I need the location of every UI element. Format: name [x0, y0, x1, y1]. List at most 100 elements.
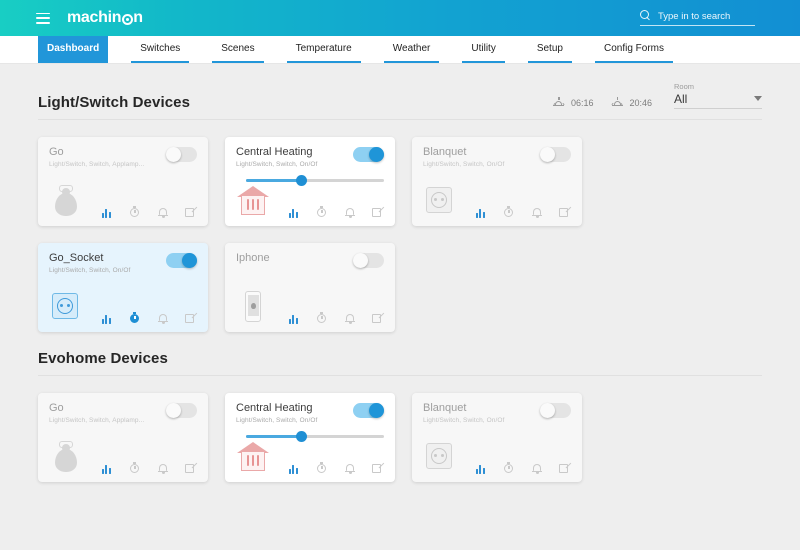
section-title: Light/Switch Devices — [38, 94, 191, 111]
timer-icon[interactable] — [316, 312, 328, 324]
tab-setup[interactable]: Setup — [527, 36, 572, 63]
device-card-central-heating[interactable]: Central Heating Light/Switch, Switch, On… — [225, 137, 395, 226]
timer-icon[interactable] — [129, 206, 141, 218]
section-title: Evohome Devices — [38, 350, 168, 367]
device-card-blanquet[interactable]: Blanquet Light/Switch, Switch, On/Of — [412, 393, 582, 482]
device-card-go-socket[interactable]: Go_Socket Light/Switch, Switch, On/Of — [38, 243, 208, 332]
device-toggle[interactable] — [353, 147, 384, 162]
edit-icon[interactable] — [185, 206, 198, 218]
device-actions — [101, 462, 198, 474]
tab-scenes[interactable]: Scenes — [212, 36, 264, 63]
search-input[interactable] — [658, 11, 755, 22]
device-subtitle: Light/Switch, Switch, On/Of — [423, 161, 505, 169]
bar-chart-icon[interactable] — [101, 462, 113, 474]
bell-icon[interactable] — [344, 312, 356, 324]
tab-utility[interactable]: Utility — [462, 36, 505, 63]
timer-icon[interactable] — [503, 206, 515, 218]
device-slider[interactable] — [246, 175, 384, 186]
device-card-grid: Go Light/Switch, Switch, Applamp... Cent… — [38, 376, 762, 482]
bell-icon[interactable] — [157, 312, 169, 324]
device-name: Go — [49, 402, 64, 414]
room-filter-label: Room — [674, 82, 695, 91]
timer-icon[interactable] — [316, 462, 328, 474]
device-name: Go_Socket — [49, 252, 104, 264]
socket-icon — [423, 184, 457, 218]
bar-chart-icon[interactable] — [288, 462, 300, 474]
device-card-central-heating[interactable]: Central Heating Light/Switch, Switch, On… — [225, 393, 395, 482]
bell-icon[interactable] — [531, 462, 543, 474]
device-subtitle: Light/Switch, Switch, Applamp... — [49, 161, 145, 169]
device-card-iphone[interactable]: Iphone — [225, 243, 395, 332]
sunrise-value: 06:16 — [570, 97, 594, 108]
socket-icon — [49, 290, 83, 324]
timer-icon[interactable] — [316, 206, 328, 218]
bar-chart-icon[interactable] — [475, 206, 487, 218]
tab-switches[interactable]: Switches — [131, 36, 190, 63]
socket-icon — [423, 440, 457, 474]
timer-icon[interactable] — [129, 312, 141, 324]
device-card-go[interactable]: Go Light/Switch, Switch, Applamp... — [38, 137, 208, 226]
room-filter[interactable]: Room All — [674, 82, 762, 111]
section-light-switch-devices: Light/Switch Devices 06:16 20:46 Room Al… — [0, 64, 800, 332]
tab-config-forms[interactable]: Config Forms — [594, 36, 673, 63]
device-name: Central Heating — [236, 402, 313, 414]
bell-icon[interactable] — [157, 462, 169, 474]
device-toggle[interactable] — [540, 147, 571, 162]
bell-icon[interactable] — [344, 206, 356, 218]
section-evohome-devices: Evohome Devices Go Light/Switch, Switch,… — [0, 332, 800, 482]
device-actions — [475, 462, 572, 474]
bar-chart-icon[interactable] — [288, 206, 300, 218]
bell-icon[interactable] — [157, 206, 169, 218]
device-card-go[interactable]: Go Light/Switch, Switch, Applamp... — [38, 393, 208, 482]
edit-icon[interactable] — [185, 312, 198, 324]
sun-times: 06:16 20:46 — [553, 97, 652, 111]
timer-icon[interactable] — [503, 462, 515, 474]
device-toggle[interactable] — [353, 403, 384, 418]
bar-chart-icon[interactable] — [101, 312, 113, 324]
bar-chart-icon[interactable] — [475, 462, 487, 474]
device-actions — [288, 206, 385, 218]
lamp-icon — [49, 184, 83, 218]
tab-dashboard[interactable]: Dashboard — [38, 36, 109, 63]
sunrise-icon — [553, 97, 565, 108]
logo-text-pre: machin — [67, 9, 122, 26]
edit-icon[interactable] — [372, 206, 385, 218]
device-toggle[interactable] — [353, 253, 384, 268]
app-header: machin n — [0, 0, 800, 36]
timer-icon[interactable] — [129, 462, 141, 474]
bar-chart-icon[interactable] — [288, 312, 300, 324]
device-toggle[interactable] — [166, 403, 197, 418]
bar-chart-icon[interactable] — [101, 206, 113, 218]
device-actions — [288, 462, 385, 474]
bell-icon[interactable] — [344, 462, 356, 474]
edit-icon[interactable] — [559, 462, 572, 474]
section-header: Evohome Devices — [38, 332, 762, 376]
device-toggle[interactable] — [166, 253, 197, 268]
chevron-down-icon[interactable] — [754, 95, 762, 101]
device-slider[interactable] — [246, 431, 384, 442]
search-box[interactable] — [640, 10, 755, 26]
device-name: Blanquet — [423, 402, 467, 414]
device-subtitle: Light/Switch, Switch, On/Of — [49, 267, 131, 275]
sunset-value: 20:46 — [629, 97, 652, 108]
device-actions — [475, 206, 572, 218]
device-actions — [101, 312, 198, 324]
sunrise-time: 06:16 — [553, 97, 594, 108]
edit-icon[interactable] — [559, 206, 572, 218]
device-name: Central Heating — [236, 146, 313, 158]
hamburger-icon[interactable] — [36, 12, 50, 24]
device-actions — [288, 312, 385, 324]
edit-icon[interactable] — [372, 462, 385, 474]
tab-weather[interactable]: Weather — [383, 36, 440, 63]
main-tabbar: Dashboard Switches Scenes Temperature We… — [0, 36, 800, 64]
section-header: Light/Switch Devices 06:16 20:46 Room Al… — [38, 64, 762, 120]
bell-icon[interactable] — [531, 206, 543, 218]
device-card-blanquet[interactable]: Blanquet Light/Switch, Switch, On/Of — [412, 137, 582, 226]
edit-icon[interactable] — [185, 462, 198, 474]
device-toggle[interactable] — [540, 403, 571, 418]
sunset-time: 20:46 — [611, 97, 652, 108]
tab-temperature[interactable]: Temperature — [286, 36, 361, 63]
device-toggle[interactable] — [166, 147, 197, 162]
logo-text-post: n — [133, 9, 144, 26]
edit-icon[interactable] — [372, 312, 385, 324]
